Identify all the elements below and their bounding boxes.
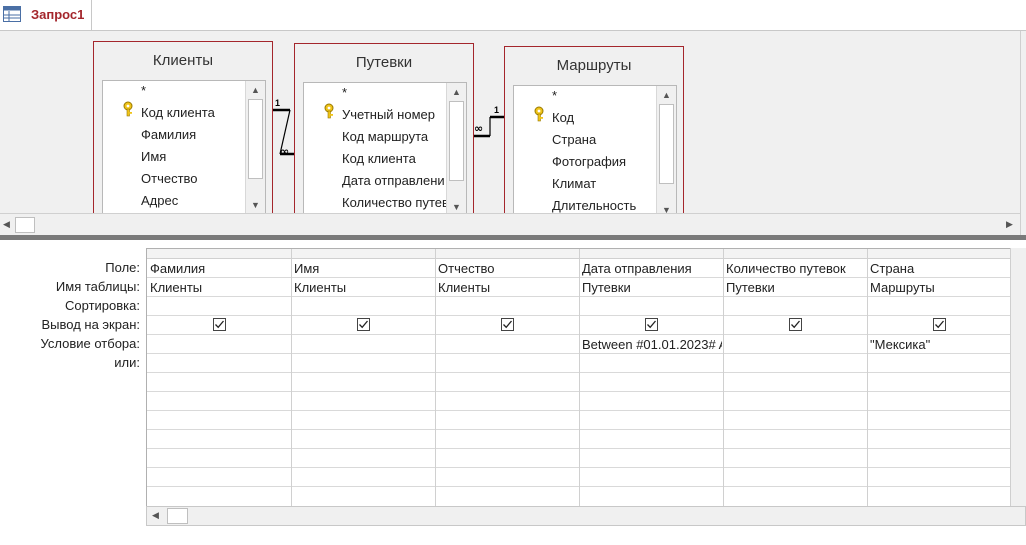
grid-criteria-cell[interactable]: Between #01.01.2023# A [582, 337, 722, 352]
relationship-clients-tours[interactable]: 1 ∞ [273, 98, 294, 158]
scroll-thumb[interactable] [15, 217, 35, 233]
column-selector-bar[interactable] [147, 249, 1026, 259]
query-grid[interactable]: Фамилия Клиенты Имя Клиенты Отчество Кли… [146, 248, 1026, 506]
relation-one-label: 1 [275, 98, 280, 108]
grid-table-cell[interactable]: Путевки [726, 280, 864, 295]
relationship-lines: 1 ∞ 1 ∞ [273, 98, 504, 158]
relationship-tours-routes[interactable]: 1 ∞ [474, 105, 504, 138]
relation-one-label: 1 [494, 105, 499, 115]
grid-table-cell[interactable]: Клиенты [294, 280, 432, 295]
grid-field-cell[interactable]: Количество путевок [726, 261, 864, 276]
scroll-thumb[interactable] [167, 508, 188, 524]
show-checkbox[interactable] [933, 318, 946, 331]
grid-field-cell[interactable]: Страна [870, 261, 1008, 276]
scroll-left-icon[interactable]: ◀ [152, 510, 159, 521]
row-label-field: Поле: [105, 260, 140, 275]
relation-many-label: ∞ [280, 145, 289, 158]
row-label-criteria: Условие отбора: [40, 336, 140, 351]
show-checkbox[interactable] [501, 318, 514, 331]
query-icon [3, 6, 21, 22]
grid-hscroll[interactable]: ◀ [146, 506, 1026, 526]
grid-field-cell[interactable]: Фамилия [150, 261, 288, 276]
show-checkbox[interactable] [789, 318, 802, 331]
show-checkbox[interactable] [645, 318, 658, 331]
grid-table-cell[interactable]: Путевки [582, 280, 720, 295]
query-design-pane[interactable]: Клиенты * Код клиента Фамилия Имя Отчест… [0, 31, 1026, 213]
grid-vscroll[interactable] [1010, 248, 1026, 506]
design-pane-hscroll[interactable]: ◀ ▶ [0, 213, 1020, 236]
grid-table-cell[interactable]: Клиенты [150, 280, 288, 295]
row-label-table: Имя таблицы: [55, 279, 140, 294]
grid-table-cell[interactable]: Маршруты [870, 280, 1008, 295]
grid-field-cell[interactable]: Имя [294, 261, 432, 276]
row-label-sort: Сортировка: [65, 298, 140, 313]
show-checkbox[interactable] [357, 318, 370, 331]
tab-label: Запрос1 [31, 7, 85, 22]
row-label-show: Вывод на экран: [41, 317, 140, 332]
scroll-left-icon[interactable]: ◀ [3, 219, 10, 230]
grid-table-cell[interactable]: Клиенты [438, 280, 576, 295]
row-label-or: или: [114, 355, 140, 370]
show-checkbox[interactable] [213, 318, 226, 331]
document-tab-bar: Запрос1 [0, 0, 1026, 31]
grid-field-cell[interactable]: Отчество [438, 261, 576, 276]
relation-many-label: ∞ [474, 122, 483, 135]
grid-field-cell[interactable]: Дата отправления [582, 261, 720, 276]
grid-criteria-cell[interactable]: "Мексика" [870, 337, 1008, 352]
tab-query1[interactable]: Запрос1 [0, 0, 92, 30]
design-pane-vscroll[interactable] [1020, 31, 1026, 235]
scroll-right-icon[interactable]: ▶ [1006, 219, 1013, 230]
